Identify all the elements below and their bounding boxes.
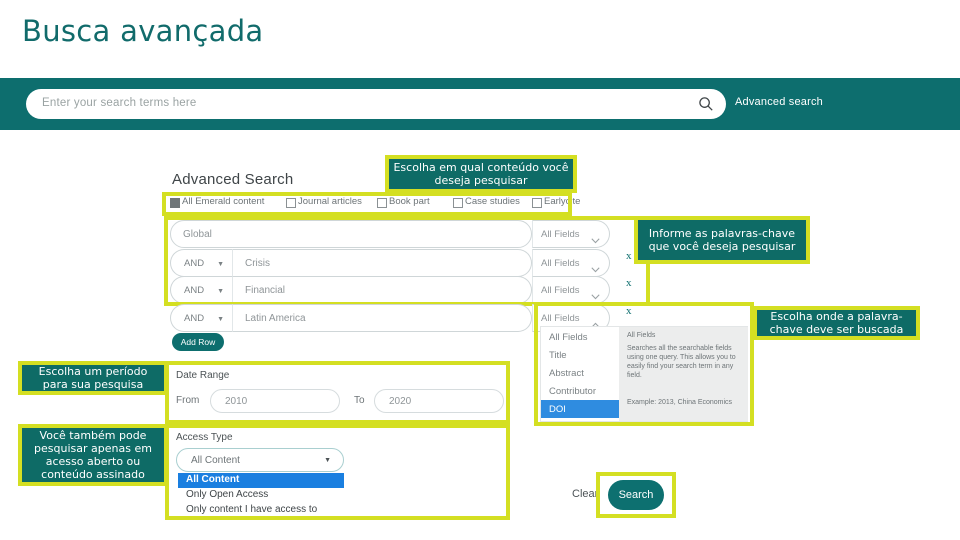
callout-field-scope: Escolha onde a palavra-chave deve ser bu…: [753, 306, 920, 340]
add-row-label: Add Row: [180, 337, 216, 347]
clear-button[interactable]: Clear: [572, 488, 598, 500]
boolean-select-4[interactable]: AND ▼: [170, 304, 232, 332]
caret-down-icon: ▼: [217, 316, 224, 323]
callout-content-type: Escolha em qual conteúdo você deseja pes…: [385, 155, 577, 193]
search-button-top[interactable]: Search: [608, 480, 664, 510]
highlight-field-scope: [534, 302, 754, 426]
search-input-placeholder: Enter your search terms here: [42, 97, 197, 109]
advanced-search-title: Advanced Search: [172, 171, 294, 188]
search-term-input-4[interactable]: Latin America: [232, 304, 532, 332]
add-row-button[interactable]: Add Row: [172, 333, 224, 351]
advanced-search-link[interactable]: Advanced search: [735, 96, 823, 108]
screenshot-root: Busca avançada Enter your search terms h…: [0, 0, 960, 540]
search-button-label-top: Search: [618, 489, 654, 501]
highlight-content-types: [162, 192, 572, 216]
callout-keywords: Informe as palavras-chave que você desej…: [634, 216, 810, 264]
boolean-value-4: AND: [184, 313, 205, 324]
callout-date-period: Escolha um período para sua pesquisa: [18, 361, 168, 395]
search-input[interactable]: Enter your search terms here: [26, 89, 726, 119]
page-title: Busca avançada: [22, 14, 264, 48]
highlight-access-type: [165, 424, 510, 520]
search-term-value-4: Latin America: [245, 313, 306, 324]
highlight-date-range: [165, 361, 510, 424]
callout-access: Você também pode pesquisar apenas em ace…: [18, 424, 168, 486]
highlight-search-terms: [164, 216, 650, 306]
search-icon[interactable]: [698, 96, 714, 112]
